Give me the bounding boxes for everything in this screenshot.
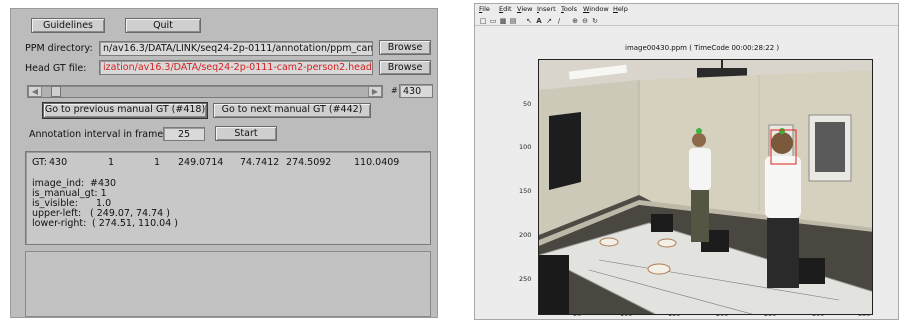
head-gt-label: Head GT file: (25, 63, 87, 74)
annotation-tool-panel: Guidelines Quit PPM directory: n/av16.3/… (10, 8, 438, 318)
wall-window (549, 112, 581, 190)
quit-button[interactable]: Quit (125, 18, 201, 33)
open-folder-icon[interactable]: ▭ (489, 17, 497, 25)
head-marker (779, 128, 785, 134)
frame-hash-label: # (391, 86, 398, 95)
person-head (692, 133, 706, 147)
matlab-figure-window: File Edit View Insert Tools Window Help … (474, 3, 899, 320)
frame-number-input[interactable]: 430 (399, 84, 433, 98)
next-manual-gt-button[interactable]: Go to next manual GT (#442) (213, 103, 371, 118)
empty-output-box (25, 251, 431, 317)
new-file-icon[interactable]: □ (479, 17, 487, 25)
y-tick: 200 (519, 231, 532, 239)
y-tick: 250 (519, 275, 532, 283)
menu-file[interactable]: File (479, 4, 490, 15)
rotate-icon[interactable]: ↻ (591, 17, 599, 25)
ppm-directory-label: PPM directory: (25, 43, 93, 54)
slider-left-arrow-icon[interactable]: ◀ (28, 86, 42, 97)
head-gt-browse-button[interactable]: Browse (379, 60, 431, 75)
head-gt-input[interactable]: ization/av16.3/DATA/seq24-2p-0111-cam2-p… (99, 60, 373, 75)
lower-right-label: lower-right: (32, 218, 87, 229)
lower-right-value: ( 274.51, 110.04 ) (92, 218, 178, 229)
gt-manual-flag: 1 (108, 157, 115, 168)
insert-arrow-icon[interactable]: ↗ (545, 17, 553, 25)
annotation-interval-input[interactable]: 25 (163, 127, 205, 141)
prev-manual-gt-button[interactable]: Go to previous manual GT (#418) (43, 103, 207, 118)
gt-info-box: GT: 430 1 1 249.0714 74.7412 274.5092 11… (25, 151, 431, 245)
slider-thumb[interactable] (51, 86, 61, 97)
slider-right-arrow-icon[interactable]: ▶ (368, 86, 382, 97)
lower-right-line: lower-right: ( 274.51, 110.04 ) (32, 218, 178, 229)
figure-toolbar: □ ▭ ▩ ▤ ↖ A ↗ ∕ ⊕ ⊖ ↻ (475, 16, 898, 26)
zoom-out-icon[interactable]: ⊖ (581, 17, 589, 25)
menu-insert[interactable]: Insert (537, 4, 556, 15)
start-button[interactable]: Start (215, 126, 277, 141)
menu-edit[interactable]: Edit (499, 4, 512, 15)
y-tick: 100 (519, 143, 532, 151)
menu-tools[interactable]: Tools (561, 4, 577, 15)
gt-label: GT: (32, 157, 47, 168)
ppm-directory-input[interactable]: n/av16.3/DATA/LINK/seq24-2p-0111/annotat… (99, 41, 373, 56)
gt-y1: 74.7412 (240, 157, 280, 168)
zoom-in-icon[interactable]: ⊕ (571, 17, 579, 25)
print-icon[interactable]: ▤ (509, 17, 517, 25)
menu-bar: File Edit View Insert Tools Window Help (475, 4, 898, 15)
menu-window[interactable]: Window (583, 4, 609, 15)
chair (651, 214, 673, 232)
image-axes[interactable] (538, 59, 873, 315)
figure-title: image00430.ppm ( TimeCode 00:00:28:22 ) (625, 44, 780, 52)
gt-visible-flag: 1 (154, 157, 161, 168)
gt-x2: 274.5092 (286, 157, 332, 168)
ppm-browse-button[interactable]: Browse (379, 40, 431, 55)
insert-line-icon[interactable]: ∕ (555, 17, 563, 25)
head-marker (696, 128, 702, 134)
guidelines-button[interactable]: Guidelines (31, 18, 105, 33)
y-tick: 50 (523, 100, 532, 108)
frame-slider[interactable]: ◀ ▶ (27, 85, 383, 98)
y-tick: 150 (519, 187, 532, 195)
insert-text-icon[interactable]: A (535, 17, 543, 25)
gt-y2: 110.0409 (354, 157, 400, 168)
select-arrow-icon[interactable]: ↖ (525, 17, 533, 25)
gt-x1: 249.0714 (178, 157, 224, 168)
save-icon[interactable]: ▩ (499, 17, 507, 25)
menu-view[interactable]: View (517, 4, 532, 15)
annotation-interval-label: Annotation interval in frames: (29, 129, 172, 140)
room-scene-image (539, 60, 872, 314)
person-head (771, 132, 793, 154)
gt-frame: 430 (49, 157, 68, 168)
menu-help[interactable]: Help (613, 4, 628, 15)
